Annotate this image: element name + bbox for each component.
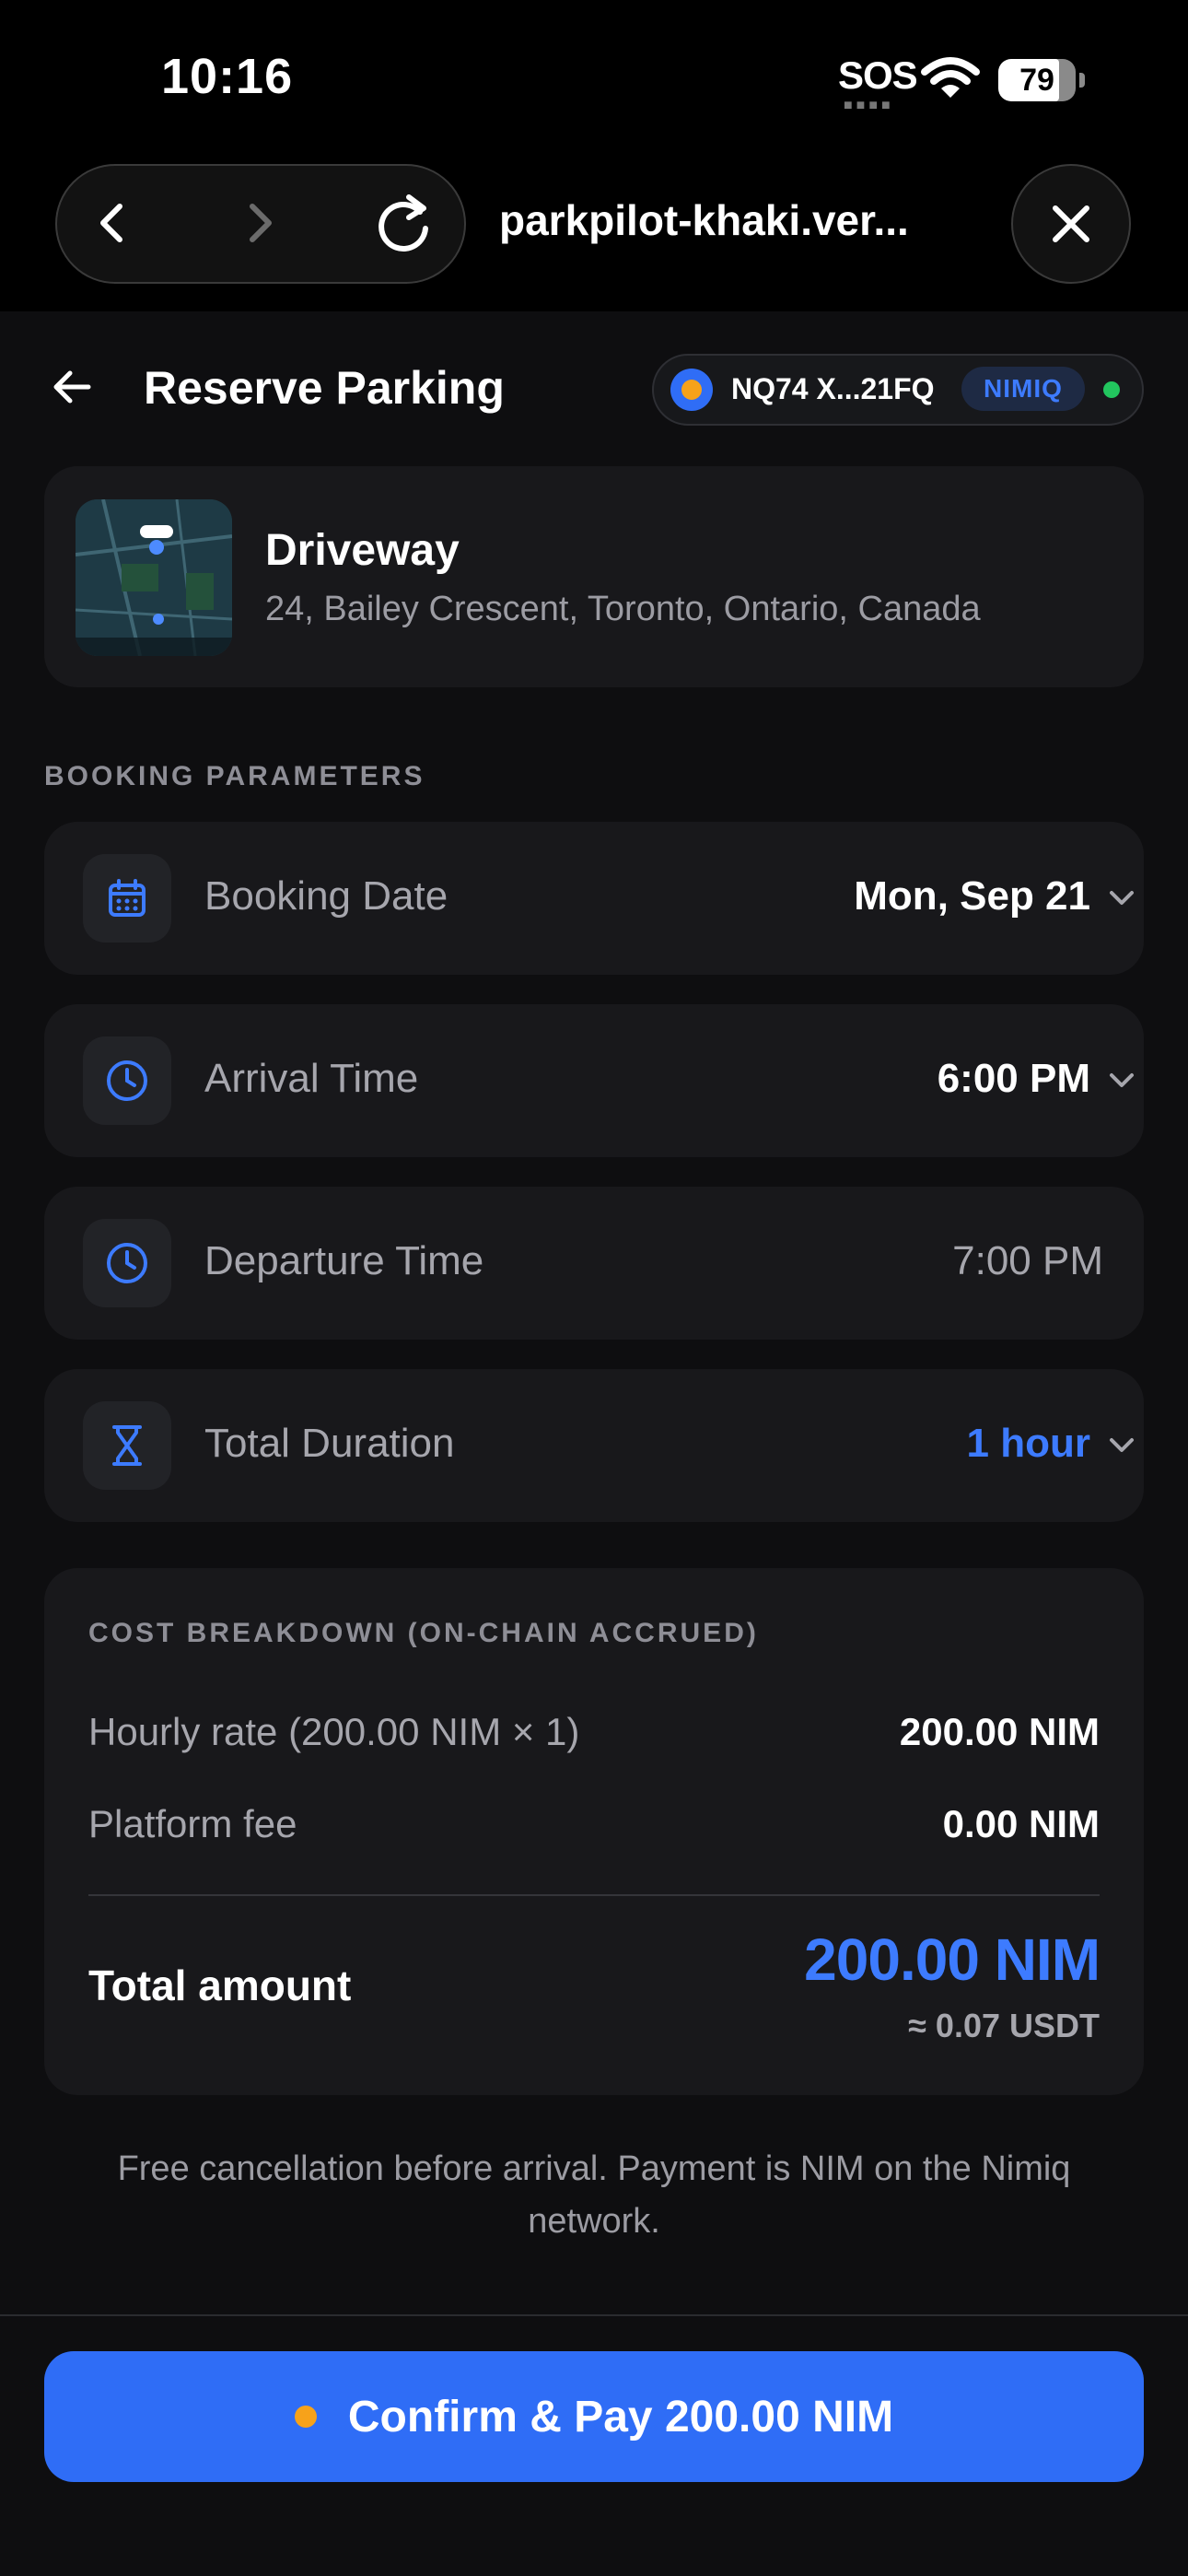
cost-divider xyxy=(88,1894,1100,1896)
hourly-rate-value: 200.00 NIM xyxy=(899,1710,1100,1753)
location-name: Driveway xyxy=(265,526,460,575)
hourglass-icon xyxy=(83,1401,171,1490)
chevron-down-icon xyxy=(1103,1062,1140,1099)
chevron-left-icon xyxy=(100,204,122,242)
page-back-button[interactable] xyxy=(44,359,99,415)
confirm-pay-button[interactable]: Confirm & Pay 200.00 NIM xyxy=(44,2351,1144,2482)
departure-time-value: 7:00 PM xyxy=(952,1238,1103,1283)
network-badge: NIMIQ xyxy=(961,367,1085,411)
battery-indicator: 79 xyxy=(998,59,1085,101)
browser-reload-button[interactable] xyxy=(367,186,440,260)
departure-time-label: Departure Time xyxy=(204,1238,484,1283)
wifi-icon xyxy=(921,57,980,98)
battery-level: 79 xyxy=(1019,63,1054,98)
location-address: 24, Bailey Crescent, Toronto, Ontario, C… xyxy=(265,590,981,628)
clock-icon xyxy=(83,1036,171,1125)
total-amount-label: Total amount xyxy=(88,1961,352,2009)
total-usdt-equivalent: ≈ 0.07 USDT xyxy=(908,2007,1100,2044)
total-duration-value[interactable]: 1 hour xyxy=(967,1421,1090,1467)
hourly-rate-label: Hourly rate (200.00 NIM × 1) xyxy=(88,1710,580,1753)
arrow-left-icon xyxy=(53,370,91,404)
booking-date-label: Booking Date xyxy=(204,873,448,919)
platform-fee-label: Platform fee xyxy=(88,1802,297,1845)
arrival-time-value[interactable]: 6:00 PM xyxy=(938,1056,1090,1102)
browser-forward-button[interactable] xyxy=(223,186,297,260)
chevron-down-icon xyxy=(1103,880,1140,917)
booking-section-label: BOOKING PARAMETERS xyxy=(44,761,425,791)
close-icon xyxy=(1053,205,1089,242)
arrival-time-label: Arrival Time xyxy=(204,1056,419,1101)
cancellation-note: Free cancellation before arrival. Paymen… xyxy=(117,2149,1071,2241)
booking-date-value[interactable]: Mon, Sep 21 xyxy=(854,873,1090,919)
platform-fee-value: 0.00 NIM xyxy=(942,1802,1100,1845)
chevron-right-icon xyxy=(250,204,272,242)
wallet-avatar xyxy=(670,369,713,411)
chevron-down-icon xyxy=(1103,1427,1140,1464)
browser-close-button[interactable] xyxy=(1011,164,1131,284)
clock-icon xyxy=(83,1219,171,1307)
total-duration-label: Total Duration xyxy=(204,1421,455,1466)
page-title: Reserve Parking xyxy=(144,362,505,414)
wallet-address: NQ74 X...21FQ xyxy=(731,372,935,405)
cost-section-label: COST BREAKDOWN (ON-CHAIN ACCRUED) xyxy=(88,1618,759,1648)
total-amount-value: 200.00 NIM xyxy=(804,1926,1101,1993)
address-bar[interactable]: parkpilot-khaki.ver... xyxy=(499,195,978,245)
nim-coin-icon xyxy=(294,2406,317,2428)
map-thumbnail xyxy=(76,499,232,656)
confirm-pay-label: Confirm & Pay 200.00 NIM xyxy=(347,2392,894,2441)
browser-back-button[interactable] xyxy=(76,186,149,260)
reload-icon xyxy=(379,194,428,252)
status-time: 10:16 xyxy=(161,49,294,104)
signal-dots: ■■■■ xyxy=(844,98,894,113)
connection-status-dot xyxy=(1103,381,1120,398)
calendar-icon xyxy=(83,854,171,943)
carrier-label: SOS xyxy=(838,53,918,97)
